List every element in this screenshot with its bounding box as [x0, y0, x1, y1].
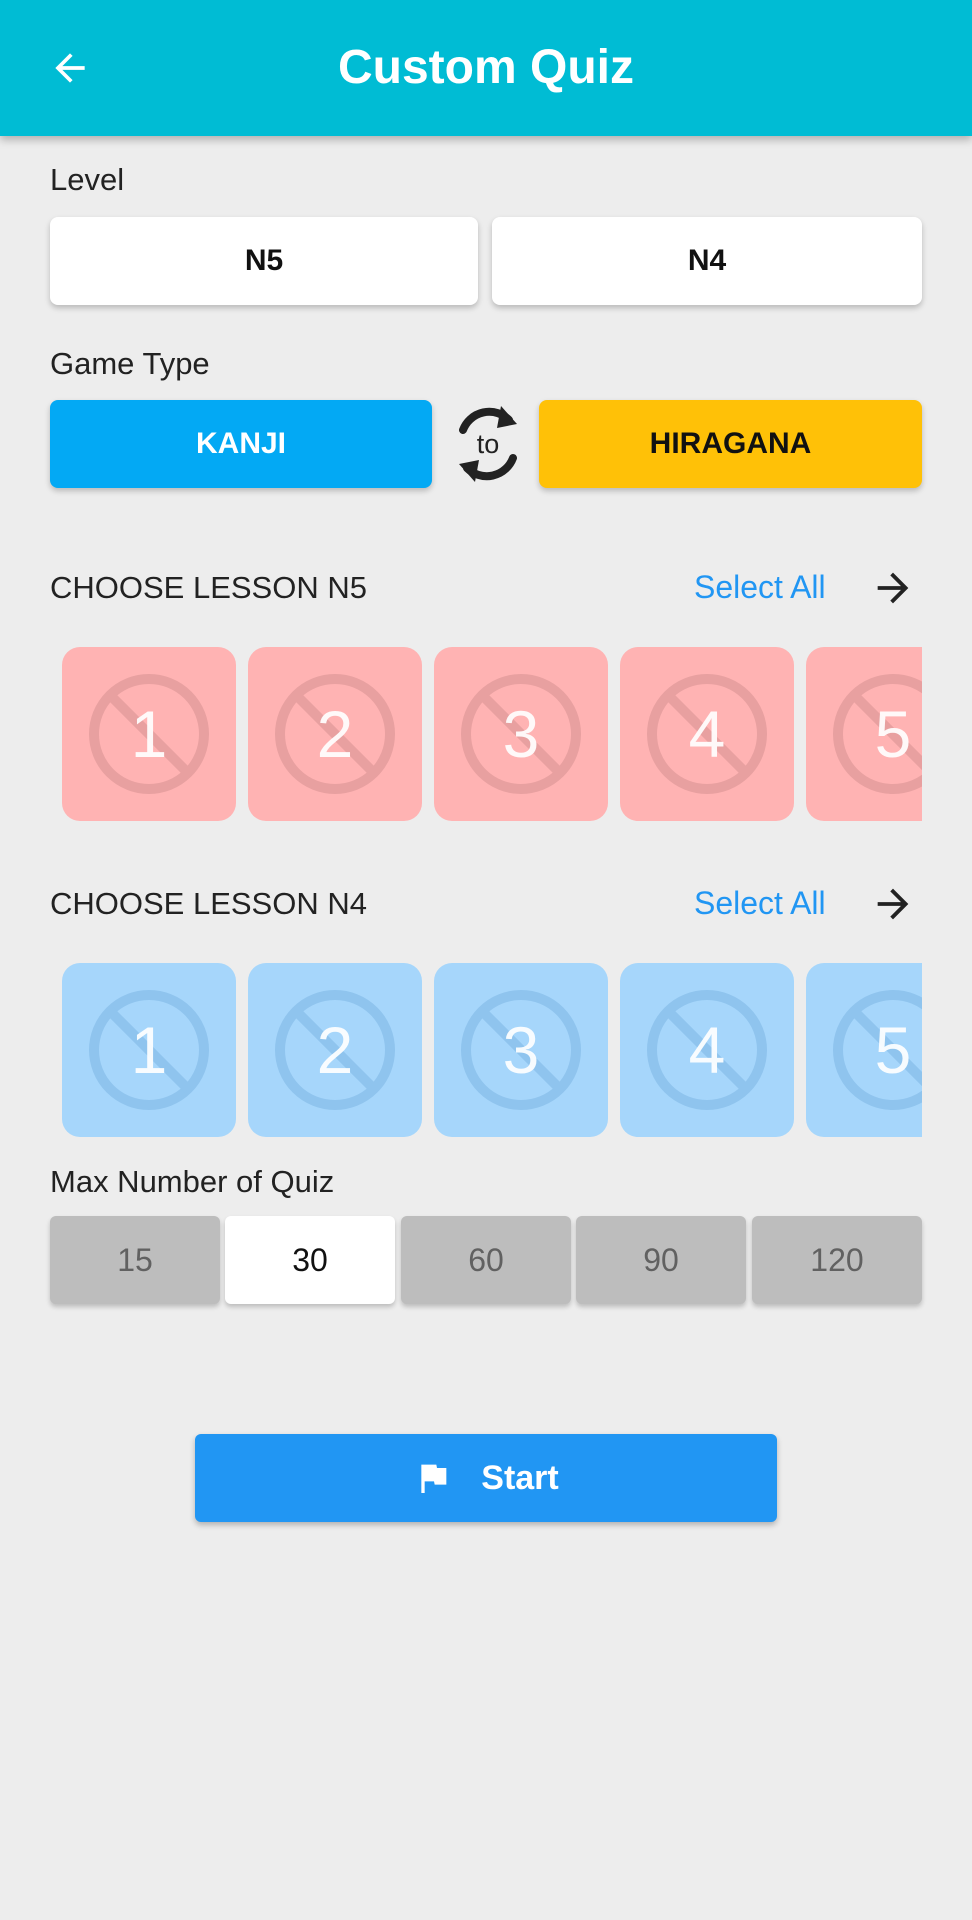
lesson-n5-list: 1 2 3 4 5 — [50, 647, 922, 827]
lesson-n4-item[interactable]: 5 — [806, 963, 922, 1137]
lesson-number: 1 — [130, 1013, 168, 1087]
lesson-n5-item[interactable]: 2 — [248, 647, 422, 821]
swap-game-type-button[interactable]: to — [449, 396, 527, 492]
lesson-n4-item[interactable]: 4 — [620, 963, 794, 1137]
lesson-n5-item[interactable]: 1 — [62, 647, 236, 821]
swap-arrows-icon: to — [459, 406, 517, 482]
lesson-n5-title: CHOOSE LESSON N5 — [50, 570, 367, 605]
arrow-right-icon — [877, 572, 909, 604]
lesson-n5-item[interactable]: 5 — [806, 647, 922, 821]
lesson-n5-item[interactable]: 3 — [434, 647, 608, 821]
lesson-number: 5 — [874, 697, 912, 771]
page-title: Custom Quiz — [338, 41, 634, 94]
max-quiz-option-90[interactable]: 90 — [576, 1216, 746, 1304]
lesson-n5-item[interactable]: 4 — [620, 647, 794, 821]
lesson-n4-item[interactable]: 1 — [62, 963, 236, 1137]
lesson-n4-title: CHOOSE LESSON N4 — [50, 886, 367, 921]
lesson-number: 1 — [130, 697, 168, 771]
app-bar: Custom Quiz — [0, 0, 972, 136]
n5-next-button[interactable] — [868, 563, 918, 613]
level-n4-button[interactable]: N4 — [492, 217, 922, 305]
max-quiz-option-15[interactable]: 15 — [50, 1216, 220, 1304]
select-all-n4-button[interactable]: Select All — [694, 885, 826, 922]
flag-icon — [413, 1457, 453, 1499]
swap-to-text: to — [477, 429, 500, 459]
level-label: Level — [50, 162, 125, 197]
game-type-label: Game Type — [50, 346, 210, 381]
max-quiz-option-30[interactable]: 30 — [225, 1216, 395, 1304]
lesson-number: 3 — [502, 697, 540, 771]
level-n5-button[interactable]: N5 — [50, 217, 478, 305]
max-quiz-option-120[interactable]: 120 — [752, 1216, 922, 1304]
lesson-number: 4 — [688, 1013, 726, 1087]
lesson-number: 2 — [316, 697, 354, 771]
n4-next-button[interactable] — [868, 879, 918, 929]
game-type-hiragana-button[interactable]: HIRAGANA — [539, 400, 922, 488]
lesson-number: 4 — [688, 697, 726, 771]
arrow-right-icon — [877, 888, 909, 920]
lesson-n4-item[interactable]: 3 — [434, 963, 608, 1137]
lesson-number: 2 — [316, 1013, 354, 1087]
game-type-kanji-button[interactable]: KANJI — [50, 400, 432, 488]
max-quiz-option-60[interactable]: 60 — [401, 1216, 571, 1304]
start-button[interactable]: Start — [195, 1434, 777, 1522]
select-all-n5-button[interactable]: Select All — [694, 569, 826, 606]
max-quiz-label: Max Number of Quiz — [50, 1164, 335, 1199]
lesson-n4-item[interactable]: 2 — [248, 963, 422, 1137]
start-label: Start — [481, 1458, 559, 1497]
lesson-number: 3 — [502, 1013, 540, 1087]
lesson-n4-list: 1 2 3 4 5 — [50, 963, 922, 1143]
lesson-number: 5 — [874, 1013, 912, 1087]
